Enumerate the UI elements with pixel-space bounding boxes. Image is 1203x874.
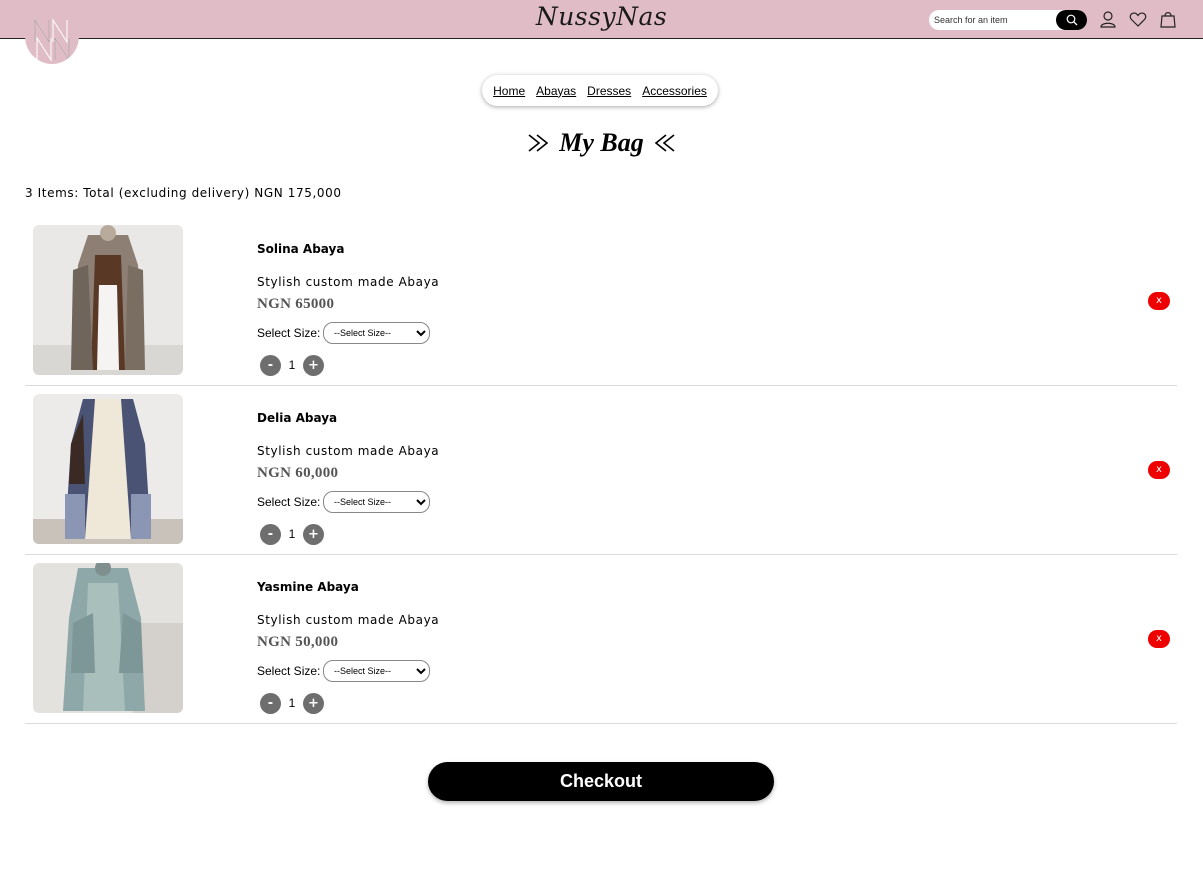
account-button[interactable] [1099,10,1117,28]
decrease-quantity-button[interactable]: - [260,693,281,714]
double-chevron-right-icon [527,132,551,154]
checkout-button[interactable]: Checkout [428,762,774,801]
product-description: Stylish custom made Abaya [257,275,440,289]
increase-quantity-button[interactable]: + [303,355,324,376]
logo-mark-icon [34,18,70,62]
product-name[interactable]: Solina Abaya [257,242,344,256]
size-label: Select Size: [257,495,321,509]
search-icon [1066,14,1077,26]
quantity-value: 1 [288,696,296,710]
decrease-quantity-button[interactable]: - [260,355,281,376]
product-price: NGN 60,000 [257,465,339,481]
main-nav: Home Abayas Dresses Accessories [482,75,718,106]
size-select[interactable]: --Select Size-- [323,322,430,344]
product-image[interactable] [33,563,183,713]
product-image[interactable] [33,394,183,544]
product-name[interactable]: Delia Abaya [257,411,337,425]
user-icon [1100,11,1116,28]
size-label: Select Size: [257,664,321,678]
nav-link-dresses[interactable]: Dresses [587,84,631,98]
bag-icon [1160,12,1176,28]
page-title: My Bag [559,128,644,157]
remove-item-button[interactable]: x [1148,630,1170,648]
nav-link-home[interactable]: Home [493,84,525,98]
heart-icon [1129,12,1147,27]
bag-summary: 3 Items: Total (excluding delivery) NGN … [25,186,342,200]
wishlist-button[interactable] [1129,10,1147,28]
size-select[interactable]: --Select Size-- [323,491,430,513]
increase-quantity-button[interactable]: + [303,524,324,545]
search-button[interactable] [1056,10,1087,30]
product-name[interactable]: Yasmine Abaya [257,580,359,594]
remove-item-button[interactable]: x [1148,461,1170,479]
bag-item: Solina Abaya Stylish custom made Abaya N… [25,225,1177,386]
increase-quantity-button[interactable]: + [303,693,324,714]
bag-item: Yasmine Abaya Stylish custom made Abaya … [25,563,1177,724]
product-description: Stylish custom made Abaya [257,613,440,627]
top-header: NussyNas [0,0,1203,39]
quantity-value: 1 [288,358,296,372]
logo[interactable] [25,8,79,64]
search-bar [929,10,1087,30]
product-price: NGN 65000 [257,296,335,312]
nav-link-abayas[interactable]: Abayas [536,84,576,98]
nav-link-accessories[interactable]: Accessories [642,84,707,98]
decrease-quantity-button[interactable]: - [260,524,281,545]
size-select[interactable]: --Select Size-- [323,660,430,682]
product-price: NGN 50,000 [257,634,339,650]
remove-item-button[interactable]: x [1148,292,1170,310]
page-title-row: My Bag [0,125,1203,161]
product-description: Stylish custom made Abaya [257,444,440,458]
size-label: Select Size: [257,326,321,340]
bag-button[interactable] [1159,10,1177,28]
double-chevron-left-icon [652,132,676,154]
search-input[interactable] [934,12,1052,28]
bag-item: Delia Abaya Stylish custom made Abaya NG… [25,394,1177,555]
product-image[interactable] [33,225,183,375]
quantity-value: 1 [288,527,296,541]
